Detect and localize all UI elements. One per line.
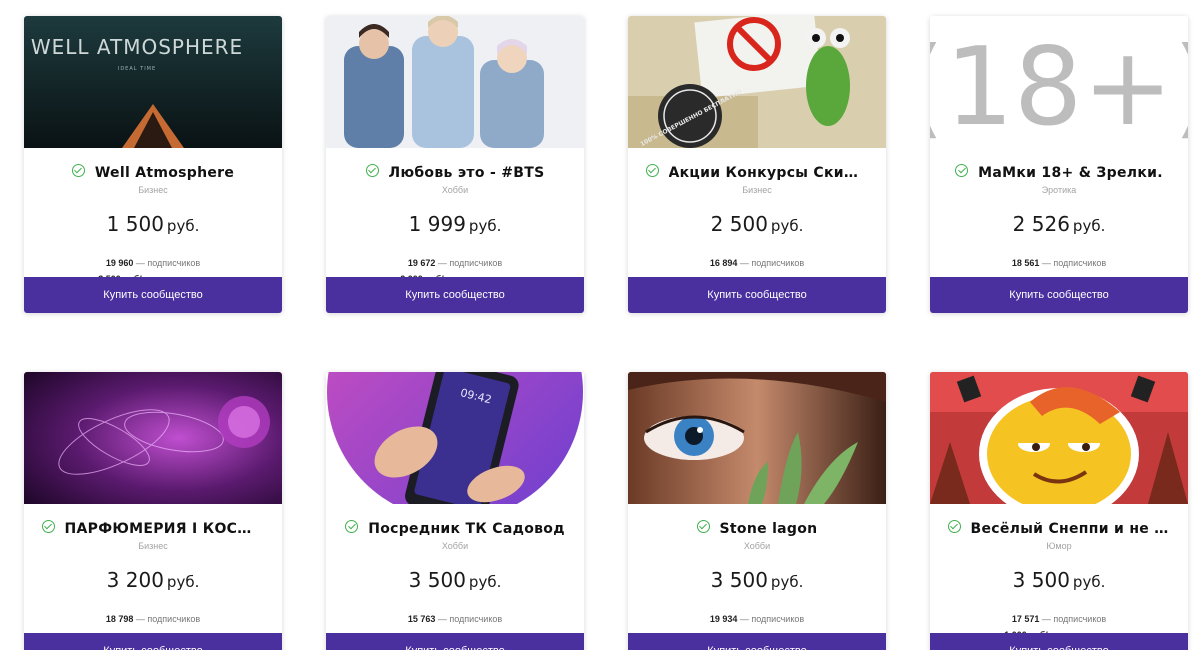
community-image-cartoon-sticker[interactable] <box>930 372 1188 504</box>
price-value: 1 999 <box>408 212 466 236</box>
subscribers-label: — подписчиков <box>739 614 805 624</box>
community-image-eye-closeup[interactable] <box>628 372 886 504</box>
price-value: 3 500 <box>1012 568 1070 592</box>
subscribers-label: — подписчиков <box>437 614 503 624</box>
community-category: Хобби <box>441 541 469 551</box>
well-atmosphere-logo-subtext: IDEAL TIME <box>118 66 156 72</box>
price-value: 3 500 <box>710 568 768 592</box>
subscribers-count: 18 561 <box>1011 258 1040 268</box>
subscribers-label: — подписчиков <box>135 614 201 624</box>
buy-community-button[interactable]: Купить сообщество <box>930 633 1188 650</box>
subscribers-stat: 18 561 — подписчиков <box>930 258 1188 268</box>
age-limit-text: (18+) <box>930 25 1188 148</box>
price-currency: руб. <box>166 573 200 591</box>
price-value: 3 200 <box>106 568 164 592</box>
price-currency: руб. <box>770 573 804 591</box>
buy-community-button[interactable]: Купить сообщество <box>24 277 282 313</box>
price-currency: руб. <box>1072 573 1106 591</box>
price-value: 2 526 <box>1012 212 1070 236</box>
community-card[interactable]: WELL ATMOSPHERE IDEAL TIME Well Atmosphe… <box>24 16 282 313</box>
community-category: Эротика <box>1041 185 1077 195</box>
subscribers-stat: 19 960 — подписчиков <box>24 258 282 268</box>
community-image-well-atmosphere[interactable]: WELL ATMOSPHERE IDEAL TIME <box>24 16 282 148</box>
verified-icon <box>71 163 85 177</box>
verified-icon <box>365 163 379 177</box>
verified-icon <box>345 519 359 533</box>
community-price: 3 500 руб. <box>326 568 584 592</box>
community-title[interactable]: Весёлый Снеппи и не только <box>971 521 1171 537</box>
verified-icon <box>955 163 969 177</box>
subscribers-stat: 19 934 — подписчиков <box>628 614 886 624</box>
subscribers-stat: 19 672 — подписчиков <box>326 258 584 268</box>
community-category: Хобби <box>441 185 469 195</box>
subscribers-stat: 18 798 — подписчиков <box>24 614 282 624</box>
community-image-phone-in-hand[interactable]: 09:42 <box>326 372 584 504</box>
subscribers-count: 16 894 <box>709 258 738 268</box>
community-title[interactable]: Любовь это - #BTS <box>389 165 545 181</box>
subscribers-label: — подписчиков <box>1041 614 1107 624</box>
community-category: Бизнес <box>742 185 772 195</box>
community-price: 3 500 руб. <box>930 568 1188 592</box>
community-price: 2 526 руб. <box>930 212 1188 236</box>
community-card[interactable]: (18+) МаМки 18+ & Зрелки. Эротика 2 526р… <box>930 16 1188 313</box>
subscribers-count: 17 571 <box>1011 614 1040 624</box>
community-title[interactable]: МаМки 18+ & Зрелки. <box>978 165 1163 181</box>
verified-icon <box>947 519 961 533</box>
verified-icon <box>696 519 710 533</box>
subscribers-label: — подписчиков <box>739 258 805 268</box>
verified-icon <box>41 519 55 533</box>
subscribers-count: 19 672 <box>407 258 436 268</box>
community-title[interactable]: Stone lagon <box>720 521 818 537</box>
community-price: 3 200 руб. <box>24 568 282 592</box>
community-price: 1 500 руб. <box>24 212 282 236</box>
price-currency: руб. <box>468 573 502 591</box>
subscribers-count: 18 798 <box>105 614 134 624</box>
subscribers-label: — подписчиков <box>1041 258 1107 268</box>
buy-community-button[interactable]: Купить сообщество <box>628 277 886 313</box>
community-category: Хобби <box>743 541 771 551</box>
buy-community-button[interactable]: Купить сообщество <box>628 633 886 650</box>
subscribers-count: 19 934 <box>709 614 738 624</box>
community-price: 3 500 руб. <box>628 568 886 592</box>
buy-community-button[interactable]: Купить сообщество <box>24 633 282 650</box>
price-currency: руб. <box>1072 217 1106 235</box>
community-price: 2 500 руб. <box>628 212 886 236</box>
verified-icon <box>645 163 659 177</box>
community-title[interactable]: Well Atmosphere <box>95 165 234 181</box>
price-value: 1 500 <box>106 212 164 236</box>
subscribers-count: 19 960 <box>105 258 134 268</box>
subscribers-stat: 15 763 — подписчиков <box>326 614 584 624</box>
community-image-eighteen-plus[interactable]: (18+) <box>930 16 1188 148</box>
well-atmosphere-logo-text: WELL ATMOSPHERE <box>31 35 243 59</box>
buy-community-button[interactable]: Купить сообщество <box>930 277 1188 313</box>
community-card[interactable]: Stone lagon Хобби 3 500 руб. 19 934 — под… <box>628 372 886 650</box>
community-card[interactable]: 100% СОВЕРШЕННО БЕСПЛАТНО Акции Конкурсы… <box>628 16 886 313</box>
subscribers-stat: 17 571 — подписчиков <box>930 614 1188 624</box>
price-currency: руб. <box>770 217 804 235</box>
buy-community-button[interactable]: Купить сообщество <box>326 633 584 650</box>
community-image-purple-fractal[interactable] <box>24 372 282 504</box>
community-category: Юмор <box>1046 541 1072 551</box>
community-price: 1 999 руб. <box>326 212 584 236</box>
buy-community-button[interactable]: Купить сообщество <box>326 277 584 313</box>
community-card[interactable]: ПАРФЮМЕРИЯ I КОСМЕТИКА Бизнес 3 200руб. … <box>24 372 282 650</box>
price-value: 3 500 <box>408 568 466 592</box>
subscribers-label: — подписчиков <box>135 258 201 268</box>
community-title[interactable]: ПАРФЮМЕРИЯ I КОСМЕТИКА <box>65 521 265 537</box>
community-category: Бизнес <box>138 185 168 195</box>
community-image-frog-sign[interactable]: 100% СОВЕРШЕННО БЕСПЛАТНО <box>628 16 886 148</box>
price-currency: руб. <box>166 217 200 235</box>
subscribers-label: — подписчиков <box>437 258 503 268</box>
community-title[interactable]: Посредник ТК Садовод <box>368 521 565 537</box>
subscribers-stat: 16 894 — подписчиков <box>628 258 886 268</box>
subscribers-count: 15 763 <box>407 614 436 624</box>
community-card[interactable]: Весёлый Снеппи и не только Юмор 3 500руб… <box>930 372 1188 650</box>
community-title[interactable]: Акции Конкурсы Скидки <box>669 165 869 181</box>
price-value: 2 500 <box>710 212 768 236</box>
community-image-band-photo[interactable] <box>326 16 584 148</box>
price-currency: руб. <box>468 217 502 235</box>
community-card[interactable]: 09:42 Посредник ТК Садовод Хобби 3 500 ру… <box>326 372 584 650</box>
community-card[interactable]: Любовь это - #BTS Хобби 1 999 руб. 19 672… <box>326 16 584 313</box>
community-category: Бизнес <box>138 541 168 551</box>
